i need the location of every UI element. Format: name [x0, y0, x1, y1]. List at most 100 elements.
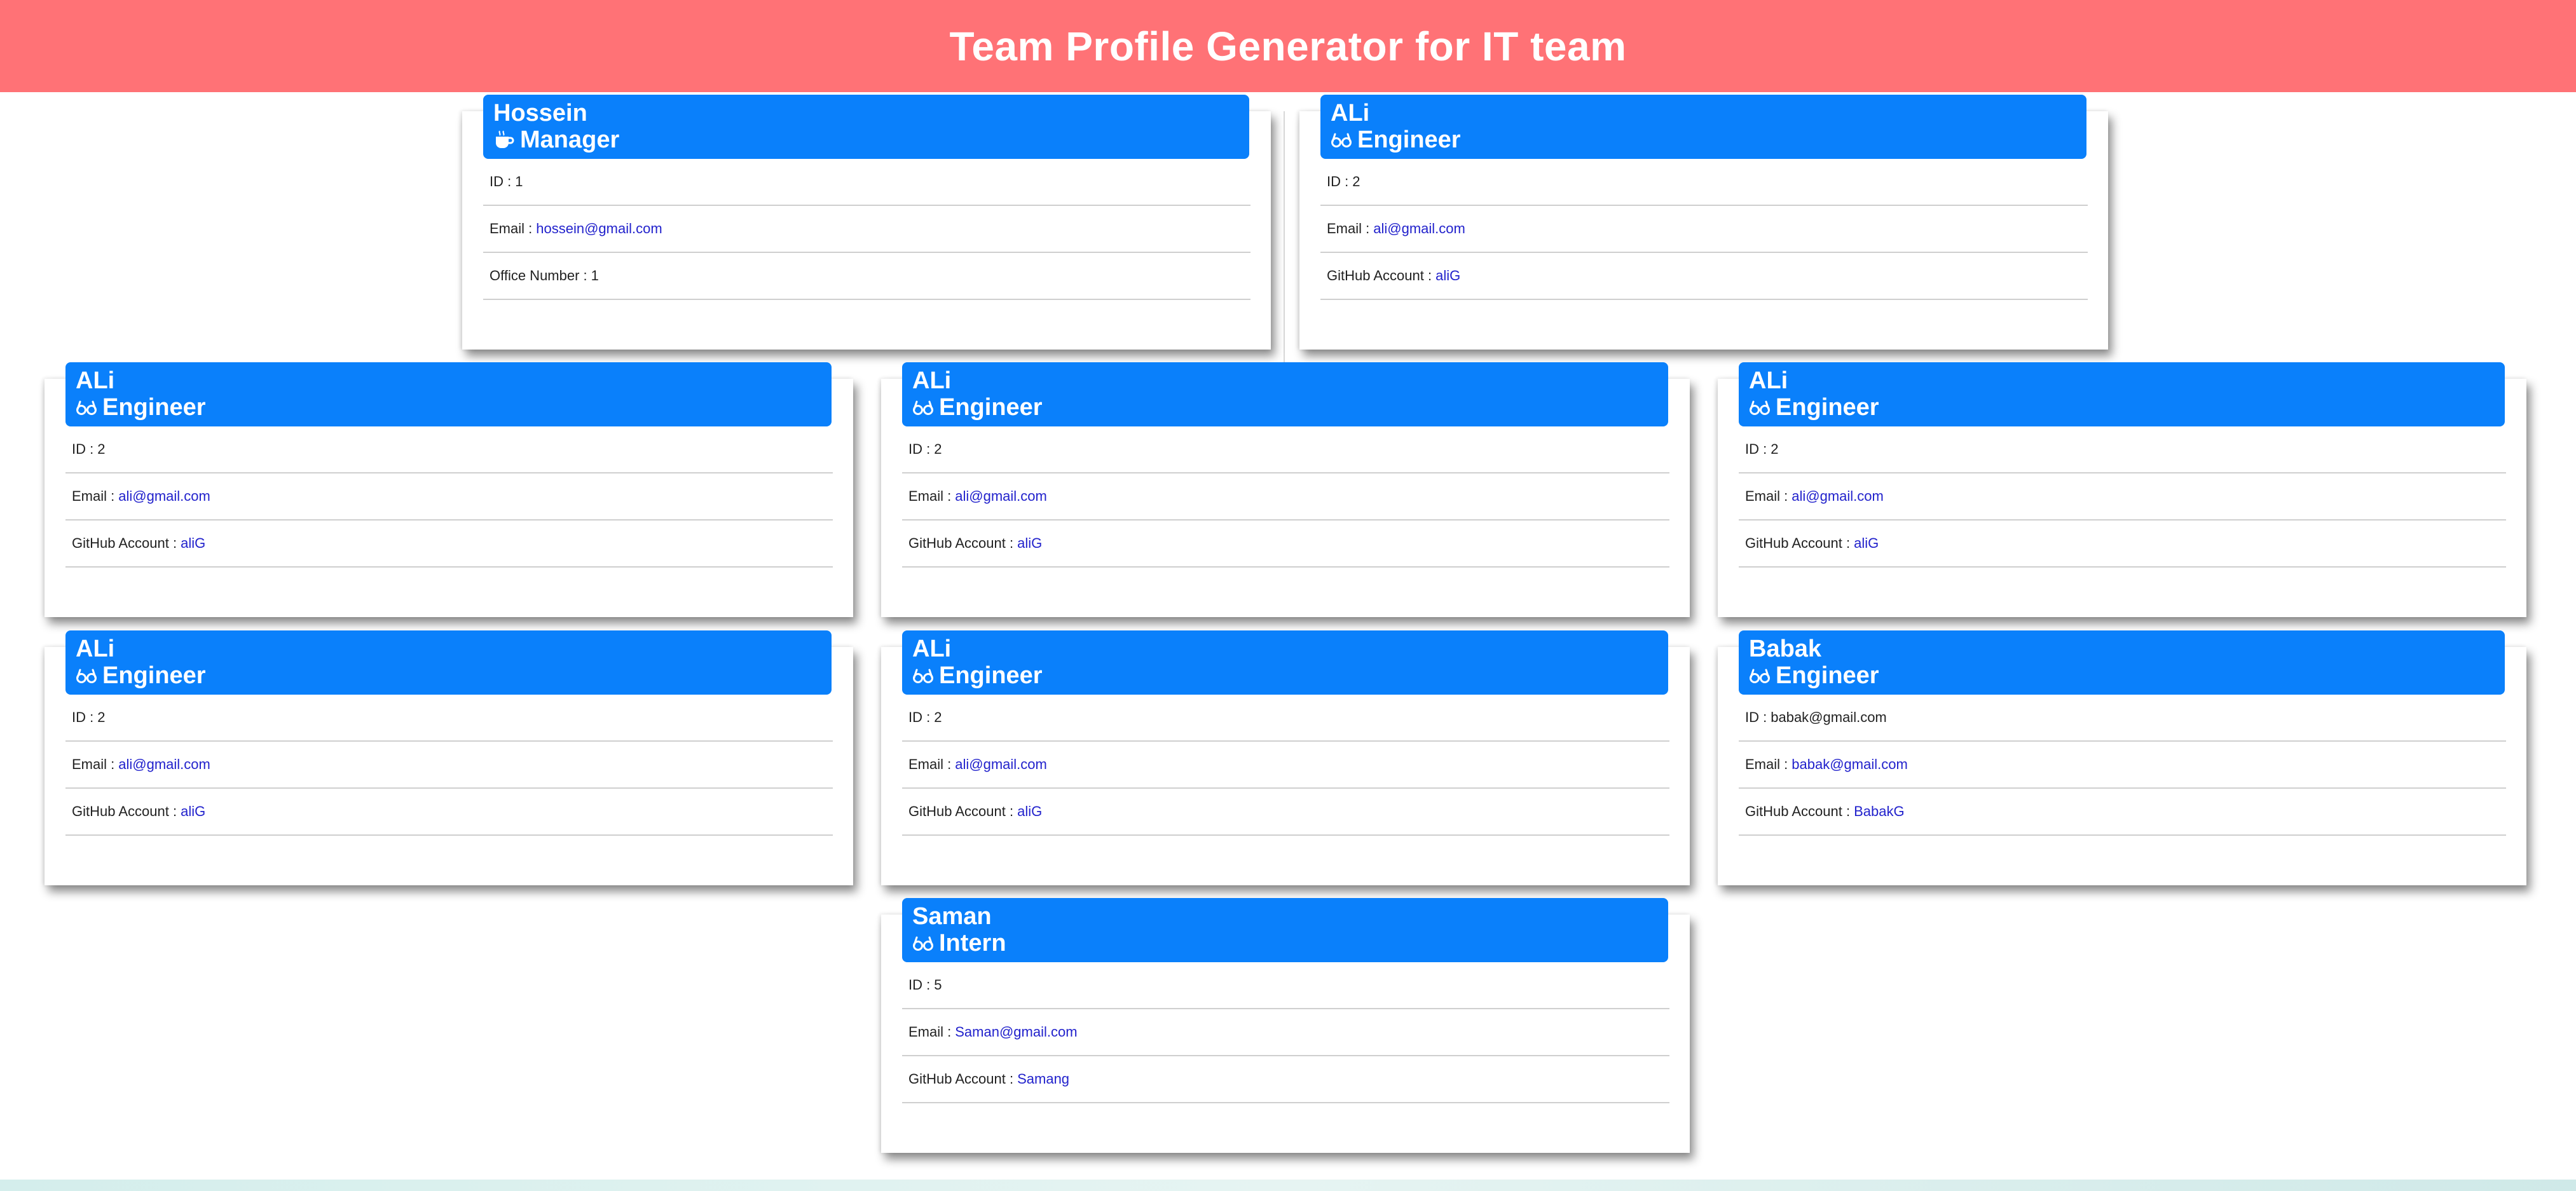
extra-label: GitHub Account :	[1745, 803, 1851, 819]
employee-card-4: ALi Engineer ID : 2 Email : ali@gmail.co…	[881, 362, 1690, 617]
email-link[interactable]: hossein@gmail.com	[536, 221, 662, 237]
card-header: ALi Engineer	[902, 630, 1668, 695]
id-row: ID : 2	[65, 426, 833, 473]
email-label: Email :	[72, 756, 115, 772]
id-label: ID :	[908, 709, 931, 725]
card-details: ID : 2 Email : ali@gmail.com GitHub Acco…	[902, 426, 1669, 568]
employee-role-label: Engineer	[1776, 394, 1879, 421]
employee-role-label: Engineer	[102, 662, 206, 689]
employee-card-7: ALi Engineer ID : 2 Email : ali@gmail.co…	[881, 630, 1690, 885]
employee-name: ALi	[1749, 367, 1788, 394]
github-link[interactable]: aliG	[181, 803, 205, 820]
card-details: ID : 2 Email : ali@gmail.com GitHub Acco…	[902, 695, 1669, 836]
extra-row: GitHub Account : aliG	[902, 521, 1669, 568]
extra-row: GitHub Account : aliG	[902, 789, 1669, 836]
card-details: ID : 2 Email : ali@gmail.com GitHub Acco…	[65, 426, 833, 568]
id-label: ID :	[490, 174, 512, 189]
card-header: Babak Engineer	[1739, 630, 2505, 695]
id-label: ID :	[1745, 709, 1767, 725]
github-link[interactable]: aliG	[181, 535, 205, 552]
employee-role-label: Engineer	[939, 662, 1043, 689]
github-link[interactable]: aliG	[1017, 535, 1042, 552]
id-label: ID :	[1327, 174, 1349, 189]
email-link[interactable]: ali@gmail.com	[955, 756, 1047, 773]
card-details: ID : 2 Email : ali@gmail.com GitHub Acco…	[65, 695, 833, 836]
glasses-icon	[76, 665, 97, 686]
email-row: Email : ali@gmail.com	[1320, 206, 2088, 253]
github-link[interactable]: aliG	[1017, 803, 1042, 820]
employee-role: Engineer	[1749, 394, 2495, 421]
employee-role-label: Engineer	[1357, 126, 1461, 153]
id-row: ID : babak@gmail.com	[1739, 695, 2506, 742]
employee-role: Engineer	[912, 394, 1658, 421]
id-value: 2	[934, 441, 942, 457]
card-details: ID : 2 Email : ali@gmail.com GitHub Acco…	[1320, 159, 2088, 300]
email-link[interactable]: babak@gmail.com	[1792, 756, 1908, 773]
extra-label: GitHub Account :	[72, 535, 177, 551]
extra-row: GitHub Account : aliG	[1320, 253, 2088, 300]
id-label: ID :	[72, 441, 94, 457]
email-link[interactable]: ali@gmail.com	[118, 756, 210, 773]
employee-card-9: Saman Intern ID : 5 Email : Saman@gmail.…	[881, 898, 1690, 1153]
card-header: ALi Engineer	[1739, 362, 2505, 426]
email-label: Email :	[1745, 488, 1788, 504]
email-row: Email : Saman@gmail.com	[902, 1009, 1669, 1056]
glasses-icon	[1749, 397, 1771, 418]
id-row: ID : 2	[65, 695, 833, 742]
email-row: Email : babak@gmail.com	[1739, 742, 2506, 789]
glasses-icon	[76, 397, 97, 418]
email-label: Email :	[908, 756, 952, 772]
github-link[interactable]: aliG	[1435, 268, 1460, 284]
glasses-icon	[1331, 129, 1352, 151]
id-label: ID :	[1745, 441, 1767, 457]
employee-role-label: Engineer	[102, 394, 206, 421]
id-label: ID :	[908, 441, 931, 457]
id-value: 2	[1352, 174, 1360, 189]
email-row: Email : ali@gmail.com	[902, 742, 1669, 789]
email-link[interactable]: ali@gmail.com	[1792, 488, 1884, 505]
employee-role: Intern	[912, 930, 1658, 956]
email-link[interactable]: Saman@gmail.com	[955, 1024, 1077, 1040]
employee-role: Engineer	[76, 394, 821, 421]
email-row: Email : ali@gmail.com	[65, 742, 833, 789]
github-link[interactable]: Samang	[1017, 1071, 1069, 1087]
id-label: ID :	[72, 709, 94, 725]
glasses-icon	[912, 932, 934, 954]
email-link[interactable]: ali@gmail.com	[118, 488, 210, 505]
email-label: Email :	[908, 1024, 952, 1040]
employee-card-5: ALi Engineer ID : 2 Email : ali@gmail.co…	[1718, 362, 2526, 617]
extra-label: GitHub Account :	[1745, 535, 1851, 551]
email-label: Email :	[908, 488, 952, 504]
id-value: 2	[1771, 441, 1779, 457]
id-row: ID : 5	[902, 962, 1669, 1009]
card-header: ALi Engineer	[65, 630, 832, 695]
card-header: ALi Engineer	[1320, 95, 2086, 159]
card-details: ID : 1 Email : hossein@gmail.com Office …	[483, 159, 1250, 300]
extra-label: Office Number :	[490, 268, 587, 283]
email-row: Email : ali@gmail.com	[65, 473, 833, 521]
card-header: ALi Engineer	[65, 362, 832, 426]
extra-row: GitHub Account : Samang	[902, 1056, 1669, 1103]
extra-row: Office Number : 1	[483, 253, 1250, 300]
page-header: Team Profile Generator for IT team	[0, 0, 2576, 92]
email-link[interactable]: ali@gmail.com	[1373, 221, 1465, 237]
id-value: 2	[97, 709, 106, 725]
email-label: Email :	[1745, 756, 1788, 772]
id-row: ID : 1	[483, 159, 1250, 206]
glasses-icon	[912, 665, 934, 686]
id-row: ID : 2	[902, 426, 1669, 473]
extra-row: GitHub Account : aliG	[65, 521, 833, 568]
employee-card-1: Hossein Manager ID : 1 Email : hossein@g…	[462, 95, 1271, 350]
employee-role: Manager	[493, 126, 1239, 153]
github-link[interactable]: BabakG	[1854, 803, 1905, 820]
employee-card-2: ALi Engineer ID : 2 Email : ali@gmail.co…	[1299, 95, 2108, 350]
id-value: babak@gmail.com	[1771, 709, 1887, 725]
extra-label: GitHub Account :	[908, 535, 1014, 551]
coffee-icon	[493, 129, 515, 151]
github-link[interactable]: aliG	[1854, 535, 1879, 552]
employee-role-label: Manager	[520, 126, 620, 153]
extra-label: GitHub Account :	[72, 803, 177, 819]
email-link[interactable]: ali@gmail.com	[955, 488, 1047, 505]
email-row: Email : hossein@gmail.com	[483, 206, 1250, 253]
extra-row: GitHub Account : aliG	[1739, 521, 2506, 568]
